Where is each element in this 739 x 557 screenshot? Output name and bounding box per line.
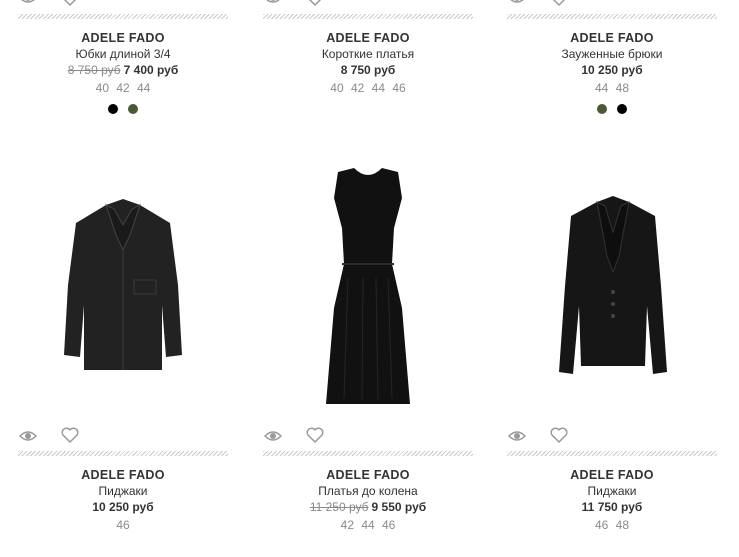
current-price: 10 250 руб	[92, 500, 154, 514]
card-divider	[507, 14, 717, 19]
available-sizes: 40 42 44 46	[330, 81, 406, 95]
wishlist-heart-icon[interactable]	[549, 0, 569, 8]
quick-view-eye-icon[interactable]	[18, 0, 38, 8]
card-divider	[507, 451, 717, 456]
jacket-image-icon	[64, 199, 182, 370]
color-swatch[interactable]	[128, 104, 138, 114]
color-swatch[interactable]	[108, 104, 118, 114]
product-brand[interactable]: ADELE FADO	[507, 30, 717, 46]
wishlist-heart-icon[interactable]	[305, 425, 325, 445]
product-brand[interactable]: ADELE FADO	[18, 467, 228, 483]
product-price: 11 750 руб	[507, 499, 717, 516]
product-image[interactable]	[557, 196, 669, 378]
quick-view-eye-icon[interactable]	[507, 426, 527, 446]
dress-image-icon	[326, 168, 410, 404]
product-brand[interactable]: ADELE FADO	[507, 467, 717, 483]
card-divider	[18, 14, 228, 19]
available-sizes: 46 48	[594, 518, 630, 532]
product-price: 11 250 руб 9 550 руб	[263, 499, 473, 516]
available-sizes: 46	[116, 518, 130, 532]
current-price: 8 750 руб	[340, 63, 396, 77]
product-image[interactable]	[318, 168, 418, 408]
product-price: 8 750 руб	[263, 62, 473, 79]
color-swatch[interactable]	[597, 104, 607, 114]
product-title[interactable]: Короткие платья	[263, 46, 473, 62]
old-price: 8 750 руб	[67, 63, 121, 77]
current-price: 9 550 руб	[371, 500, 427, 514]
product-title[interactable]: Платья до колена	[263, 483, 473, 499]
available-sizes: 44 48	[594, 81, 630, 95]
current-price: 11 750 руб	[581, 500, 643, 514]
card-divider	[18, 451, 228, 456]
card-divider	[263, 14, 473, 19]
available-sizes: 42 44 46	[340, 518, 396, 532]
wishlist-heart-icon[interactable]	[305, 0, 325, 8]
quick-view-eye-icon[interactable]	[18, 426, 38, 446]
product-price: 8 750 руб 7 400 руб	[18, 62, 228, 79]
product-title[interactable]: Пиджаки	[507, 483, 717, 499]
blazer-image-icon	[559, 196, 667, 374]
current-price: 7 400 руб	[123, 63, 179, 77]
product-title[interactable]: Зауженные брюки	[507, 46, 717, 62]
product-brand[interactable]: ADELE FADO	[263, 30, 473, 46]
card-divider	[263, 451, 473, 456]
quick-view-eye-icon[interactable]	[263, 0, 283, 8]
quick-view-eye-icon[interactable]	[263, 426, 283, 446]
product-price: 10 250 руб	[507, 62, 717, 79]
wishlist-heart-icon[interactable]	[549, 425, 569, 445]
product-title[interactable]: Юбки длиной 3/4	[18, 46, 228, 62]
product-image[interactable]	[58, 195, 188, 375]
current-price: 10 250 руб	[581, 63, 643, 77]
available-sizes: 40 42 44	[95, 81, 151, 95]
wishlist-heart-icon[interactable]	[60, 425, 80, 445]
color-swatch[interactable]	[617, 104, 627, 114]
color-swatches	[507, 101, 717, 115]
product-price: 10 250 руб	[18, 499, 228, 516]
product-brand[interactable]: ADELE FADO	[263, 467, 473, 483]
color-swatches	[18, 101, 228, 115]
product-brand[interactable]: ADELE FADO	[18, 30, 228, 46]
product-title[interactable]: Пиджаки	[18, 483, 228, 499]
quick-view-eye-icon[interactable]	[507, 0, 527, 8]
wishlist-heart-icon[interactable]	[60, 0, 80, 8]
old-price: 11 250 руб	[309, 500, 369, 514]
